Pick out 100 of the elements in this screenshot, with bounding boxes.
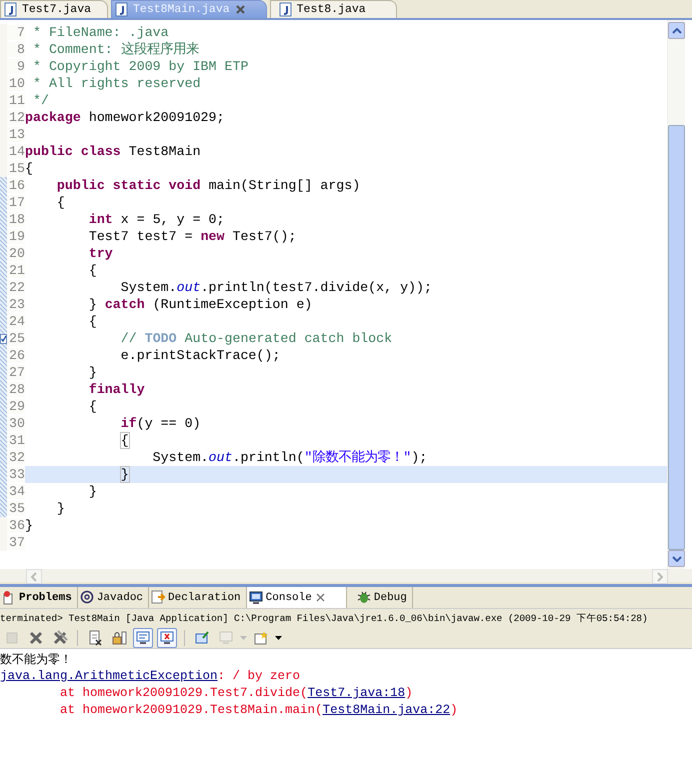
toolbar-button[interactable] bbox=[157, 628, 177, 648]
code-line: System.out.println(test7.divide(x, y)); bbox=[120, 279, 433, 296]
scrollbar-thumb[interactable] bbox=[668, 125, 685, 550]
vertical-scrollbar[interactable] bbox=[667, 20, 685, 569]
line-number: 24 bbox=[7, 314, 25, 329]
line-number: 22 bbox=[7, 280, 25, 295]
line-number: 18 bbox=[7, 212, 25, 227]
monitor-icon bbox=[135, 630, 151, 646]
matching-bracket: { bbox=[120, 433, 129, 448]
view-tab[interactable]: Declaration bbox=[149, 587, 247, 608]
view-tab[interactable]: Javadoc bbox=[78, 587, 150, 608]
line-number: 36 bbox=[7, 518, 25, 533]
view-tab[interactable]: Problems bbox=[0, 587, 78, 608]
line-number: 29 bbox=[7, 399, 25, 414]
console-line: at homework20091029.Test7.divide(Test7.java:18) bbox=[59, 685, 414, 702]
console-line: java.lang.ArithmeticException: / by zero bbox=[0, 668, 302, 685]
code-line: } bbox=[25, 517, 34, 534]
code-line: * Comment: 这段程序用来 bbox=[32, 41, 200, 58]
line-number: 34 bbox=[7, 484, 25, 499]
pin-icon bbox=[194, 630, 210, 646]
double-cross-icon bbox=[52, 630, 68, 646]
line-number: 23 bbox=[7, 297, 25, 312]
debug-icon bbox=[356, 590, 371, 605]
line-number: 17 bbox=[7, 195, 25, 210]
lock-icon bbox=[111, 630, 127, 646]
java-file-icon bbox=[115, 2, 128, 17]
line-number: 16 bbox=[7, 178, 25, 193]
code-line: int x = 5, y = 0; bbox=[88, 211, 226, 228]
line-number: 20 bbox=[7, 246, 25, 261]
stack-trace-link[interactable]: Test8Main.java:22 bbox=[322, 703, 450, 717]
scroll-up-button[interactable] bbox=[668, 22, 685, 39]
editor-tab[interactable]: Test7.java bbox=[0, 0, 108, 18]
code-line: * FileName: .java bbox=[32, 24, 170, 41]
task-icon bbox=[0, 334, 7, 344]
code-line: { bbox=[88, 313, 98, 330]
toolbar-button[interactable] bbox=[133, 628, 153, 648]
line-number: 27 bbox=[7, 365, 25, 380]
line-number: 7 bbox=[7, 25, 25, 40]
close-icon[interactable] bbox=[234, 4, 246, 15]
code-line: } bbox=[88, 483, 98, 500]
java-file-icon bbox=[4, 2, 17, 17]
code-line: // TODO Auto-generated catch block bbox=[120, 330, 394, 347]
code-line: if(y == 0) bbox=[120, 415, 202, 432]
code-line: package homework20091029; bbox=[25, 109, 226, 126]
console-line: 数不能为零！ bbox=[0, 651, 73, 668]
code-line: Test7 test7 = new Test7(); bbox=[88, 228, 298, 245]
code-line: finally bbox=[88, 381, 146, 398]
chevron-down-icon bbox=[672, 556, 682, 562]
line-number: 21 bbox=[7, 263, 25, 278]
scroll-down-button[interactable] bbox=[668, 550, 685, 567]
line-number: 28 bbox=[7, 382, 25, 397]
chevron-right-icon bbox=[657, 572, 663, 582]
code-line: } bbox=[88, 364, 98, 381]
javadoc-icon bbox=[80, 590, 94, 605]
matching-bracket: } bbox=[120, 467, 129, 482]
chevron-up-icon bbox=[672, 28, 682, 34]
code-line: System.out.println("除数不能为零！"); bbox=[152, 449, 428, 466]
code-line: e.printStackTrace(); bbox=[120, 347, 282, 364]
console-line: at homework20091029.Test8Main.main(Test8Main.java:22) bbox=[59, 702, 459, 719]
line-number: 30 bbox=[7, 416, 25, 431]
code-line: { bbox=[25, 160, 34, 177]
stack-trace-link[interactable]: java.lang.ArithmeticException bbox=[0, 669, 218, 683]
code-line: * All rights reserved bbox=[32, 75, 202, 92]
dropdown-caret-icon bbox=[275, 636, 282, 640]
line-number: 25 bbox=[7, 331, 25, 346]
line-number: 35 bbox=[7, 501, 25, 516]
view-tab[interactable]: Debug bbox=[346, 587, 413, 608]
console-icon bbox=[248, 590, 263, 605]
dropdown-caret-icon bbox=[240, 636, 247, 640]
stack-trace-link[interactable]: Test7.java:18 bbox=[308, 686, 406, 700]
code-line: } bbox=[56, 500, 66, 517]
close-icon[interactable] bbox=[314, 592, 326, 603]
line-number: 31 bbox=[7, 433, 25, 448]
view-tab[interactable]: Console bbox=[246, 587, 347, 608]
code-line: * Copyright 2009 by IBM ETP bbox=[32, 58, 250, 75]
line-number: 15 bbox=[7, 161, 25, 176]
code-line: { bbox=[88, 262, 98, 279]
code-line: { bbox=[88, 398, 98, 415]
line-number: 8 bbox=[7, 42, 25, 57]
cross-icon bbox=[28, 630, 44, 646]
horizontal-scrollbar[interactable] bbox=[0, 569, 692, 582]
line-number: 32 bbox=[7, 450, 25, 465]
line-number: 14 bbox=[7, 144, 25, 159]
line-number: 12 bbox=[7, 110, 25, 125]
new-window-icon bbox=[253, 630, 269, 646]
chevron-left-icon bbox=[31, 572, 37, 582]
line-number: 9 bbox=[7, 59, 25, 74]
line-number: 37 bbox=[7, 535, 25, 550]
line-number: 26 bbox=[7, 348, 25, 363]
code-line: try bbox=[88, 245, 114, 262]
line-number: 19 bbox=[7, 229, 25, 244]
monitor-error-icon bbox=[159, 630, 175, 646]
code-line: public class Test8Main bbox=[25, 143, 202, 160]
stop-icon bbox=[4, 630, 20, 646]
editor-tab[interactable]: Test8.java bbox=[270, 0, 397, 18]
console-status: terminated> Test8Main [Java Application] C:\Program Files\Java\jre1.6.0_06\bin\javaw.exe (2009-10-29 下午05:54:28) bbox=[0, 609, 692, 628]
code-line: public static void main(String[] args) bbox=[56, 177, 362, 194]
line-number: 10 bbox=[7, 76, 25, 91]
monitor-icon bbox=[218, 630, 234, 646]
code-line: { bbox=[56, 194, 66, 211]
